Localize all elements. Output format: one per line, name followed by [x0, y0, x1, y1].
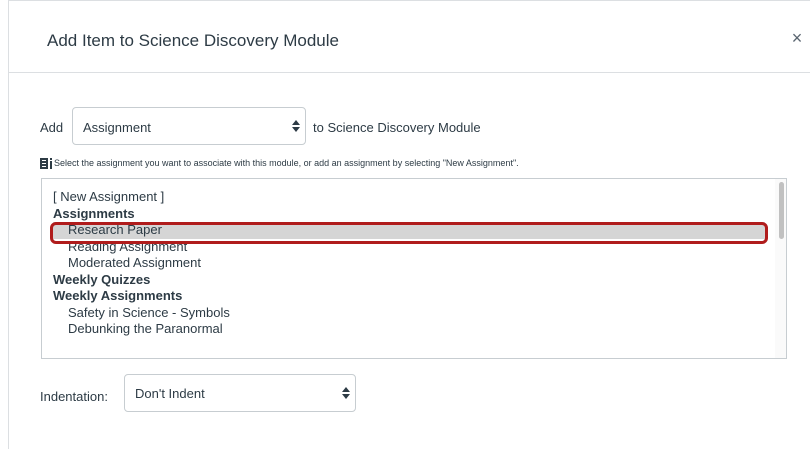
indentation-select-value: Don't Indent: [135, 386, 205, 401]
info-icon: [40, 158, 52, 169]
indentation-select[interactable]: Don't Indent: [124, 374, 356, 412]
select-arrows-icon: [342, 387, 350, 399]
dialog-header: Add Item to Science Discovery Module ×: [9, 1, 810, 73]
list-option-new-assignment[interactable]: [ New Assignment ]: [53, 189, 765, 206]
list-scrollbar-thumb[interactable]: [779, 182, 784, 239]
list-option-safety-in-science[interactable]: Safety in Science - Symbols: [53, 305, 765, 322]
list-option-reading-assignment[interactable]: Reading Assignment: [53, 239, 765, 256]
list-group-weekly-assignments: Weekly Assignments: [53, 288, 183, 303]
select-arrows-icon: [292, 120, 300, 132]
to-module-label: to Science Discovery Module: [313, 120, 481, 135]
indentation-label: Indentation:: [40, 389, 108, 404]
list-group-weekly-quizzes: Weekly Quizzes: [53, 271, 151, 287]
assignment-list: [ New Assignment ] Assignments Research …: [53, 189, 765, 338]
list-option-moderated-assignment[interactable]: Moderated Assignment: [53, 255, 765, 272]
hint-text: Select the assignment you want to associ…: [54, 158, 519, 168]
dialog-title: Add Item to Science Discovery Module: [47, 31, 339, 50]
list-group-assignments: Assignments: [53, 205, 135, 221]
list-option-research-paper[interactable]: Research Paper: [53, 222, 765, 239]
item-type-select-value: Assignment: [83, 120, 151, 135]
assignment-listbox[interactable]: [ New Assignment ] Assignments Research …: [41, 178, 787, 359]
item-type-select[interactable]: Assignment: [72, 107, 306, 145]
list-option-debunking-paranormal[interactable]: Debunking the Paranormal: [53, 321, 765, 338]
close-button[interactable]: ×: [789, 29, 805, 47]
add-label: Add: [40, 120, 64, 135]
